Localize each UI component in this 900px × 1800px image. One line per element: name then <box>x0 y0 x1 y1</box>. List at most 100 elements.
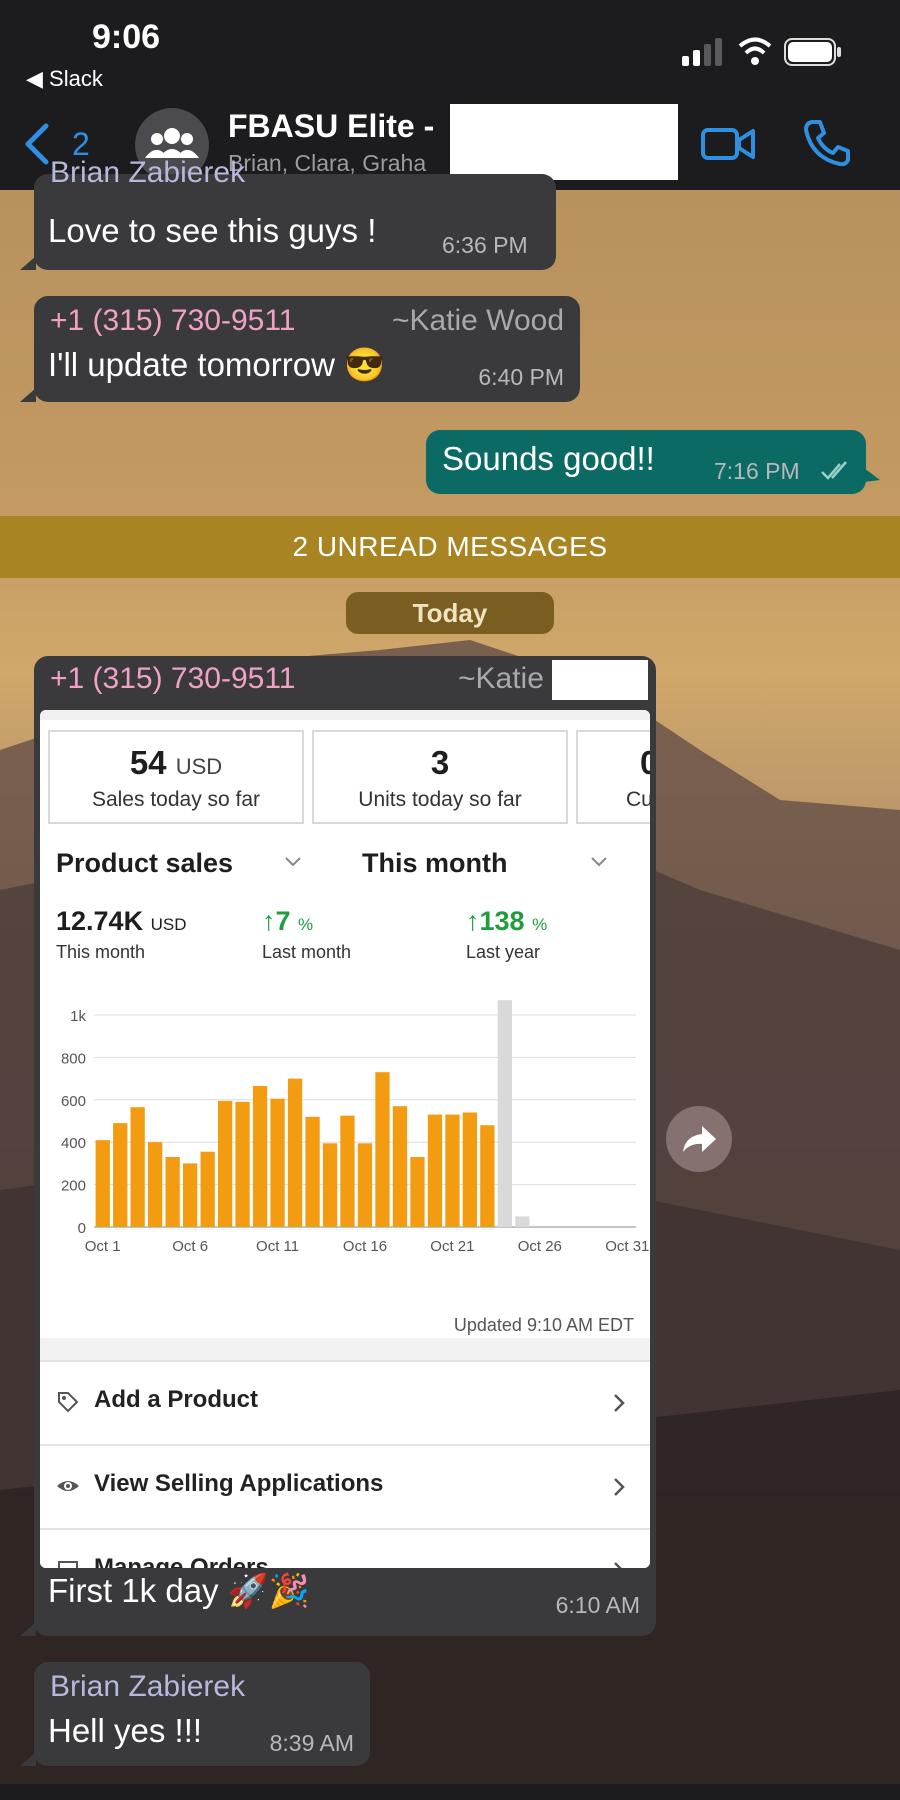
metric-label: Last year <box>466 942 541 962</box>
bubble-tail <box>20 1752 36 1766</box>
message-time: 7:16 PM <box>714 458 800 484</box>
metric-unit: % <box>298 915 314 934</box>
y-tick-label: 800 <box>61 1050 86 1067</box>
daily-sales-bar-chart: 0 200 400 600 800 1k Oct 1 Oct 6 Oct 11 Oct 16 Oct… <box>61 1000 649 1255</box>
video-call-icon[interactable] <box>700 122 756 166</box>
bar-oct-1 <box>95 1140 110 1227</box>
menu-item-add-product[interactable]: Add a Product <box>40 1360 650 1444</box>
bubble-tail <box>20 388 36 402</box>
home-indicator <box>0 1784 900 1800</box>
bar-oct-15 <box>340 1115 355 1227</box>
period-dropdown[interactable]: This month <box>362 848 507 879</box>
stat-customers: 0 Cu <box>576 730 650 824</box>
metric-value: ↑7 <box>262 906 291 936</box>
x-tick-label: Oct 26 <box>518 1238 562 1255</box>
bar-oct-8 <box>218 1100 233 1227</box>
bubble-tail <box>20 1622 36 1636</box>
date-separator: Today <box>346 592 554 634</box>
x-tick-label: Oct 11 <box>256 1238 299 1255</box>
bar-oct-20 <box>427 1114 443 1227</box>
metric-value: ↑138 <box>466 906 525 936</box>
stat-units-today: 3 Units today so far <box>312 730 568 824</box>
phone-call-icon[interactable] <box>802 118 852 168</box>
redaction-box <box>450 104 678 180</box>
bar-oct-24 <box>497 1000 512 1227</box>
message-sender-name: ~Katie <box>458 662 544 695</box>
bar-oct-11 <box>270 1098 285 1227</box>
orders-icon <box>58 1561 78 1568</box>
message-bubble-brian-1[interactable]: Brian Zabierek Love to see this guys ! 6… <box>20 156 556 270</box>
bubble-tail <box>864 468 880 482</box>
redaction-box <box>552 660 648 700</box>
message-time: 6:10 AM <box>555 1592 640 1618</box>
message-time: 8:39 AM <box>269 1730 354 1756</box>
chevron-down-icon <box>285 857 301 867</box>
stat-label: Units today so far <box>358 788 522 811</box>
menu-label: View Selling Applications <box>94 1470 384 1497</box>
y-tick-label: 0 <box>78 1220 86 1237</box>
message-sender-phone: +1 (315) 730-9511 <box>50 304 296 337</box>
metric-value: 12.74K <box>56 906 144 936</box>
x-tick-label: Oct 21 <box>430 1238 474 1255</box>
bar-oct-25 <box>515 1216 530 1227</box>
bar-oct-9 <box>235 1101 250 1227</box>
metric-label: Last month <box>262 942 352 962</box>
bar-oct-14 <box>322 1143 338 1227</box>
metric-unit: % <box>532 915 548 934</box>
bar-oct-19 <box>410 1157 425 1227</box>
bar-oct-7 <box>200 1151 215 1227</box>
y-tick-label: 1k <box>70 1008 86 1025</box>
bar-oct-4 <box>148 1142 163 1227</box>
wifi-icon <box>738 37 772 65</box>
bar-oct-3 <box>130 1107 145 1227</box>
message-time: 6:40 PM <box>478 364 564 390</box>
updated-timestamp: Updated 9:10 AM EDT <box>453 1315 634 1335</box>
read-receipt-icon <box>821 461 847 480</box>
back-to-slack-link[interactable]: ◀ Slack <box>26 66 103 92</box>
x-tick-label: Oct 1 <box>85 1238 121 1255</box>
metric-last-month: ↑7 % <box>262 906 313 937</box>
bar-oct-5 <box>165 1157 180 1227</box>
chevron-right-icon <box>614 1562 622 1568</box>
eye-icon <box>57 1481 79 1491</box>
forward-arrow-icon <box>683 1126 716 1152</box>
stat-label: Cu <box>626 788 650 811</box>
metric-dropdown[interactable]: Product sales <box>56 848 233 879</box>
bar-oct-12 <box>287 1078 303 1227</box>
chat-participants[interactable]: Brian, Clara, Graha <box>228 150 426 177</box>
menu-item-view-selling-applications[interactable]: View Selling Applications <box>40 1444 650 1528</box>
bubble-tail <box>20 256 36 270</box>
message-bubble-brian-2[interactable]: Brian Zabierek Hell yes !!! 8:39 AM <box>20 1662 370 1766</box>
message-bubble-outgoing[interactable]: Sounds good!! 7:16 PM <box>426 430 880 494</box>
message-bubble-katie-1[interactable]: +1 (315) 730-9511 ~Katie Wood I'll updat… <box>20 296 580 402</box>
seller-dashboard-image[interactable]: 54 USD Sales today so far 3 Units today … <box>40 710 650 1568</box>
forward-button[interactable] <box>666 1106 732 1172</box>
menu-item-manage-orders[interactable]: Manage Orders <box>40 1528 650 1568</box>
chevron-down-icon <box>591 857 607 867</box>
message-sender-phone: +1 (315) 730-9511 <box>50 662 296 695</box>
image-caption: First 1k day 🚀🎉 <box>48 1572 310 1609</box>
bar-oct-16 <box>357 1143 373 1227</box>
cellular-signal-icon <box>682 38 722 66</box>
chevron-right-icon <box>614 1394 625 1412</box>
menu-label: Manage Orders <box>94 1554 269 1568</box>
metric-this-month: 12.74K USD <box>56 906 187 937</box>
chat-title[interactable]: FBASU Elite - <box>228 108 434 145</box>
message-text: Sounds good!! <box>442 440 655 477</box>
unread-messages-banner: 2 UNREAD MESSAGES <box>0 516 900 578</box>
y-tick-label: 600 <box>61 1093 86 1110</box>
bar-oct-10 <box>252 1086 268 1227</box>
metric-last-year: ↑138 % <box>466 906 547 937</box>
chevron-right-icon <box>614 1478 625 1496</box>
x-tick-label: Oct 31 <box>605 1238 649 1255</box>
message-text: Love to see this guys ! <box>48 212 377 249</box>
menu-label: Add a Product <box>94 1386 259 1413</box>
metric-unit: USD <box>150 915 187 934</box>
stat-value: 3 <box>430 744 450 781</box>
message-text: Hell yes !!! <box>48 1712 203 1749</box>
message-sender-name: ~Katie Wood <box>391 304 564 337</box>
bar-oct-22 <box>462 1112 477 1227</box>
y-tick-label: 400 <box>61 1135 86 1152</box>
stat-label: Sales today so far <box>91 788 261 811</box>
stat-unit: USD <box>175 754 223 779</box>
